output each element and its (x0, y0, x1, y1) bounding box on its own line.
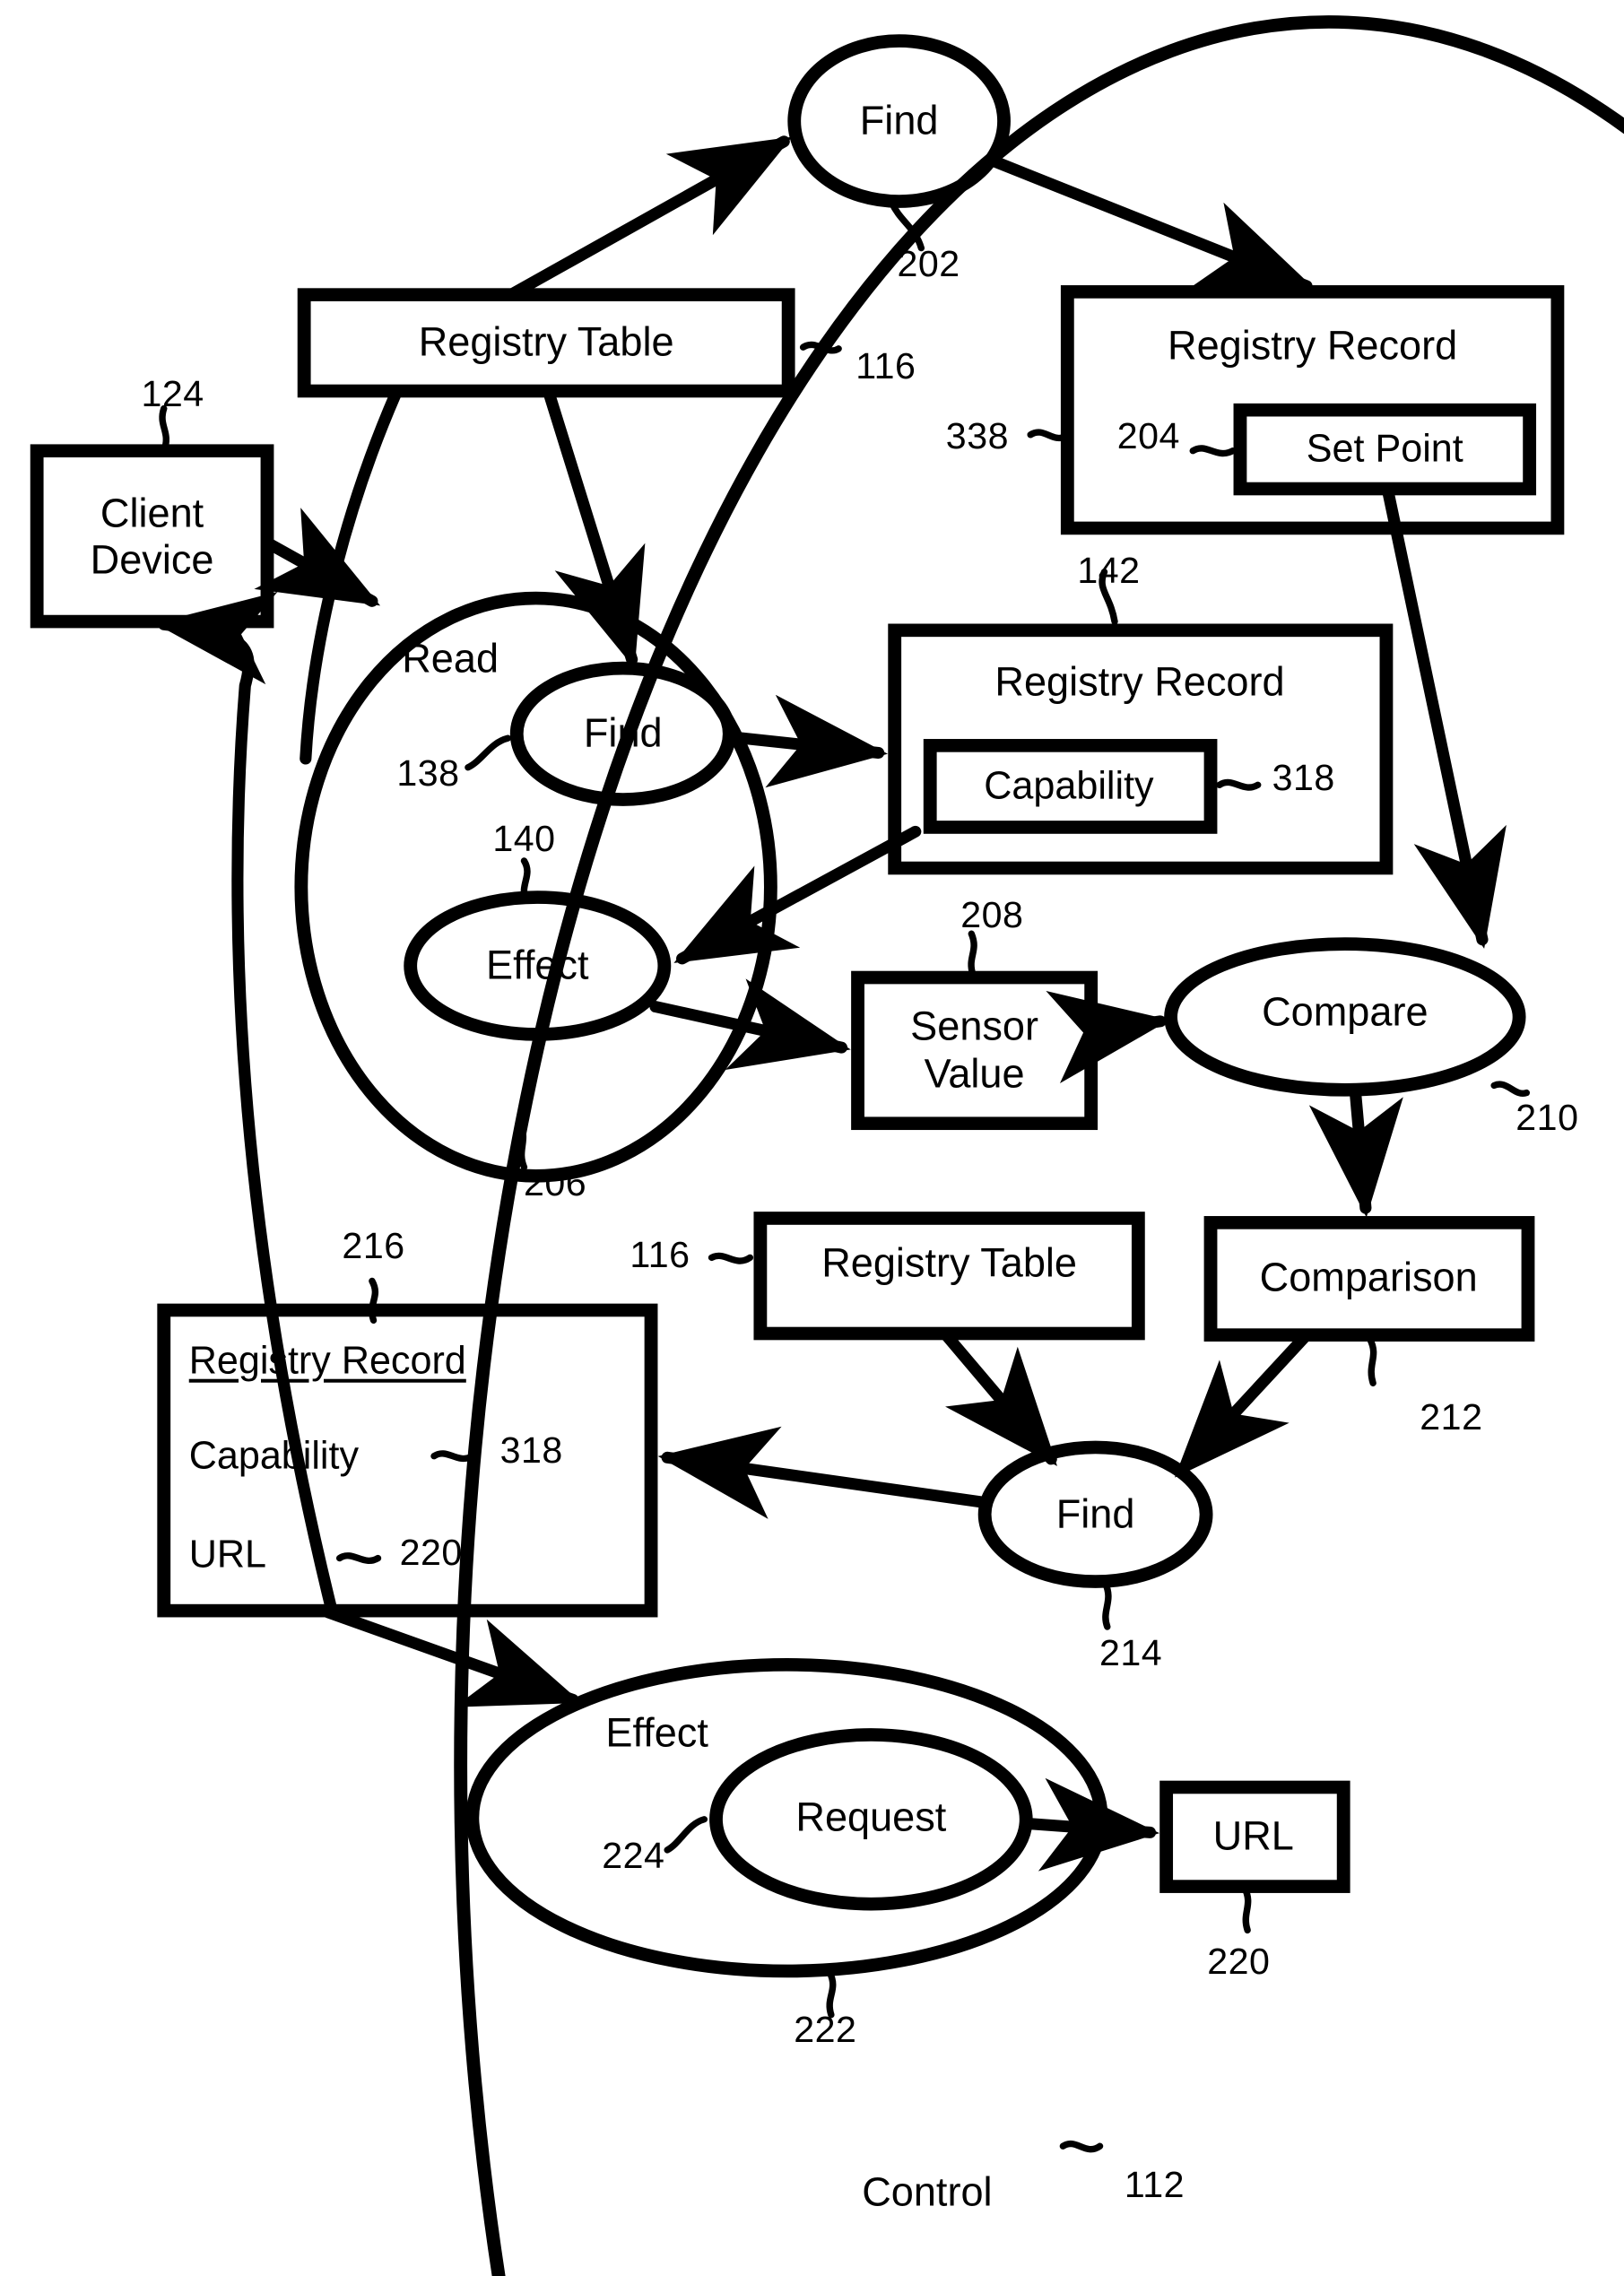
edge-registry-table-to-find-top (505, 135, 793, 301)
leader-210 (1490, 1081, 1531, 1097)
leader-212 (1367, 1335, 1377, 1386)
capability-mid-label: Capability (984, 764, 1154, 808)
sensor-value-label-line2: Value (924, 1050, 1025, 1097)
edge-request-to-url (1022, 1777, 1160, 1872)
ref-206: 206 (523, 1162, 587, 1204)
find-bottom-label: Find (1055, 1490, 1135, 1537)
leader-216 (369, 1277, 379, 1325)
leader-220-field (335, 1552, 382, 1564)
registry-record-bottom-field-url: URL (188, 1533, 266, 1577)
leader-224 (664, 1816, 708, 1854)
edge-comparison-to-find-bottom (1174, 1329, 1313, 1478)
client-device-label: Client Device (91, 490, 214, 584)
leader-220-box (1241, 1884, 1252, 1934)
registry-record-mid-label: Registry Record (994, 659, 1285, 706)
compare-label: Compare (1262, 988, 1429, 1035)
ref-208: 208 (960, 893, 1024, 935)
ref-116-top: 116 (855, 345, 916, 387)
comparison-label: Comparison (1259, 1254, 1478, 1300)
ref-116-mid: 116 (630, 1233, 690, 1275)
find-top-label: Find (859, 97, 939, 143)
edge-find-top-to-registry-record-top (986, 154, 1316, 292)
ref-202: 202 (897, 243, 960, 285)
registry-record-top-label: Registry Record (1168, 322, 1458, 369)
ref-212: 212 (1420, 1395, 1483, 1438)
edge-find-bottom-to-registry-record-bottom (657, 1426, 993, 1519)
leader-124 (159, 404, 169, 455)
edge-client-device-to-read (254, 508, 381, 607)
ref-216: 216 (342, 1225, 405, 1267)
leader-208 (968, 930, 977, 978)
url-box-label: URL (1212, 1812, 1294, 1859)
edge-set-point-to-compare (1381, 484, 1507, 949)
leader-338 (1027, 429, 1070, 441)
find-read-label: Find (583, 709, 663, 756)
figure-canvas: Find 202 Registry Table 116 Client Devic… (0, 0, 1624, 2276)
leader-116-top (799, 341, 842, 354)
control-label: Control (862, 2168, 993, 2215)
registry-record-bottom-field-capability: Capability (188, 1434, 360, 1478)
ref-220-field: 220 (399, 1531, 463, 1573)
leader-138 (465, 734, 512, 771)
registry-table-mid-label: Registry Table (821, 1239, 1078, 1286)
ref-220-box: 220 (1207, 1940, 1271, 1982)
leader-318-bottom (430, 1450, 476, 1463)
registry-record-bottom-title: Registry Record (188, 1339, 466, 1383)
client-device-label-line1: Client (100, 490, 204, 536)
ref-204: 204 (1116, 415, 1180, 457)
edge-registry-table-to-find-read (543, 387, 646, 669)
ref-210: 210 (1515, 1097, 1579, 1138)
leader-204 (1189, 445, 1237, 457)
sensor-value-label: Sensor Value (910, 1003, 1038, 1098)
edge-find-read-to-registry-record-mid (723, 694, 889, 788)
leader-214 (1102, 1581, 1112, 1630)
ref-142: 142 (1077, 549, 1141, 591)
edge-compare-to-comparison (1308, 1085, 1403, 1218)
edge-registry-table-mid-to-find-bottom (939, 1327, 1057, 1466)
ref-224: 224 (602, 1835, 665, 1877)
client-device-label-line2: Device (90, 536, 214, 583)
ref-338: 338 (945, 415, 1009, 457)
edge-registry-record-bottom-to-effect-group (321, 1606, 582, 1707)
leader-206 (516, 1120, 528, 1171)
leader-140 (520, 857, 531, 904)
set-point-label: Set Point (1306, 427, 1463, 471)
read-label: Read (402, 636, 499, 682)
ref-318-bottom: 318 (499, 1429, 563, 1471)
ref-112: 112 (1124, 2163, 1185, 2205)
ref-124: 124 (141, 373, 204, 415)
leader-116-mid (708, 1252, 754, 1264)
ref-318-mid: 318 (1272, 756, 1335, 798)
ref-222: 222 (794, 2008, 857, 2050)
sensor-value-label-line1: Sensor (910, 1003, 1039, 1050)
ref-138: 138 (396, 752, 460, 795)
effect-group-ellipse (465, 1657, 1108, 1978)
edge-registry-record-mid-to-effect (673, 825, 922, 965)
request-label: Request (795, 1794, 947, 1840)
ref-214: 214 (1099, 1632, 1163, 1674)
leader-112 (1059, 2141, 1104, 2153)
leader-318-mid (1216, 778, 1262, 791)
ref-140: 140 (492, 818, 556, 860)
effect-group-label: Effect (605, 1709, 708, 1756)
registry-table-top-label: Registry Table (418, 318, 674, 365)
effect-read-label: Effect (486, 942, 589, 988)
edge-sensor-value-to-compare (1046, 990, 1170, 1083)
